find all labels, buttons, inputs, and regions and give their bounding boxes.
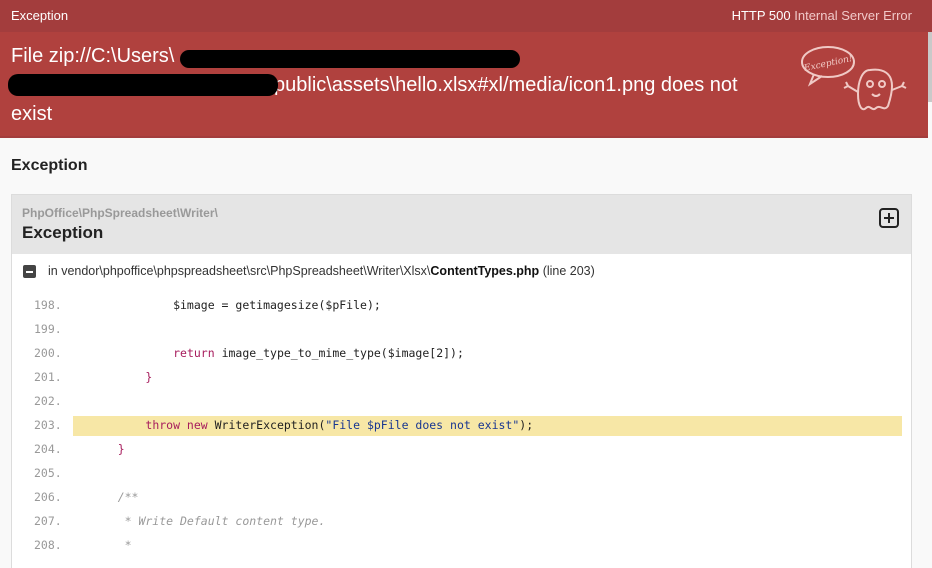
exception-namespace: PhpOffice\PhpSpreadsheet\Writer\ bbox=[22, 206, 218, 220]
code-line: 208. * bbox=[12, 538, 911, 562]
code-line: 198. $image = getimagesize($pFile); bbox=[12, 298, 911, 322]
line-number: 206. bbox=[34, 490, 62, 504]
exception-header: File zip://C:\Users\ public\assets\hello… bbox=[0, 32, 928, 138]
code-line: 204. } bbox=[12, 442, 911, 466]
line-number: 205. bbox=[34, 466, 62, 480]
line-number: 203. bbox=[34, 418, 62, 432]
code-line: 202. bbox=[12, 394, 911, 418]
code-line: 206. /** bbox=[12, 490, 911, 514]
mascot-text: Exception! bbox=[802, 54, 853, 74]
line-number: 207. bbox=[34, 514, 62, 528]
code-line: 199. bbox=[12, 322, 911, 346]
line-source: throw new WriterException("File $pFile d… bbox=[145, 418, 534, 432]
line-number: 201. bbox=[34, 370, 62, 384]
file-path: in vendor\phpoffice\phpspreadsheet\src\P… bbox=[48, 264, 431, 278]
redaction-1 bbox=[180, 50, 520, 68]
line-number: 208. bbox=[34, 538, 62, 552]
file-line: (line 203) bbox=[542, 264, 595, 278]
line-number: 198. bbox=[34, 298, 62, 312]
line-source: } bbox=[117, 442, 125, 456]
top-bar-title: Exception bbox=[11, 8, 69, 23]
line-source: * Write Default content type. bbox=[90, 514, 326, 528]
line-number: 202. bbox=[34, 394, 62, 408]
code-line: 205. bbox=[12, 466, 911, 490]
line-source: * bbox=[90, 538, 132, 552]
redaction-3 bbox=[55, 84, 165, 96]
top-bar: Exception HTTP 500 Internal Server Error bbox=[0, 0, 932, 32]
line-number: 200. bbox=[34, 346, 62, 360]
collapse-icon[interactable] bbox=[23, 265, 36, 278]
code-line: 201. } bbox=[12, 370, 911, 394]
line-number: 199. bbox=[34, 322, 62, 336]
code-line: 203. throw new WriterException("File $pF… bbox=[12, 418, 911, 442]
message-line-3: exist bbox=[11, 103, 53, 125]
scrollbar-thumb[interactable] bbox=[928, 32, 932, 102]
trace-file-location: in vendor\phpoffice\phpspreadsheet\src\P… bbox=[48, 264, 595, 278]
exception-ghost-icon: Exception! bbox=[801, 46, 907, 111]
exception-card: PhpOffice\PhpSpreadsheet\Writer\ Excepti… bbox=[11, 194, 912, 568]
code-line: 207. * Write Default content type. bbox=[12, 514, 911, 538]
file-name: ContentTypes.php bbox=[430, 264, 540, 278]
line-number: 204. bbox=[34, 442, 62, 456]
http-status: HTTP 500 Internal Server Error bbox=[732, 8, 912, 23]
card-header[interactable]: PhpOffice\PhpSpreadsheet\Writer\ Excepti… bbox=[12, 195, 911, 254]
line-source: return image_type_to_mime_type($image[2]… bbox=[173, 346, 464, 360]
code-line: 200. return image_type_to_mime_type($ima… bbox=[12, 346, 911, 370]
line-source: } bbox=[145, 370, 153, 384]
http-status-code: HTTP 500 bbox=[731, 8, 791, 23]
http-status-text: Internal Server Error bbox=[794, 8, 912, 23]
expand-icon[interactable] bbox=[879, 208, 899, 228]
line-source: $image = getimagesize($pFile); bbox=[90, 298, 381, 312]
section-title: Exception bbox=[11, 157, 88, 174]
line-source: /** bbox=[90, 490, 139, 504]
exception-class: Exception bbox=[22, 223, 104, 242]
